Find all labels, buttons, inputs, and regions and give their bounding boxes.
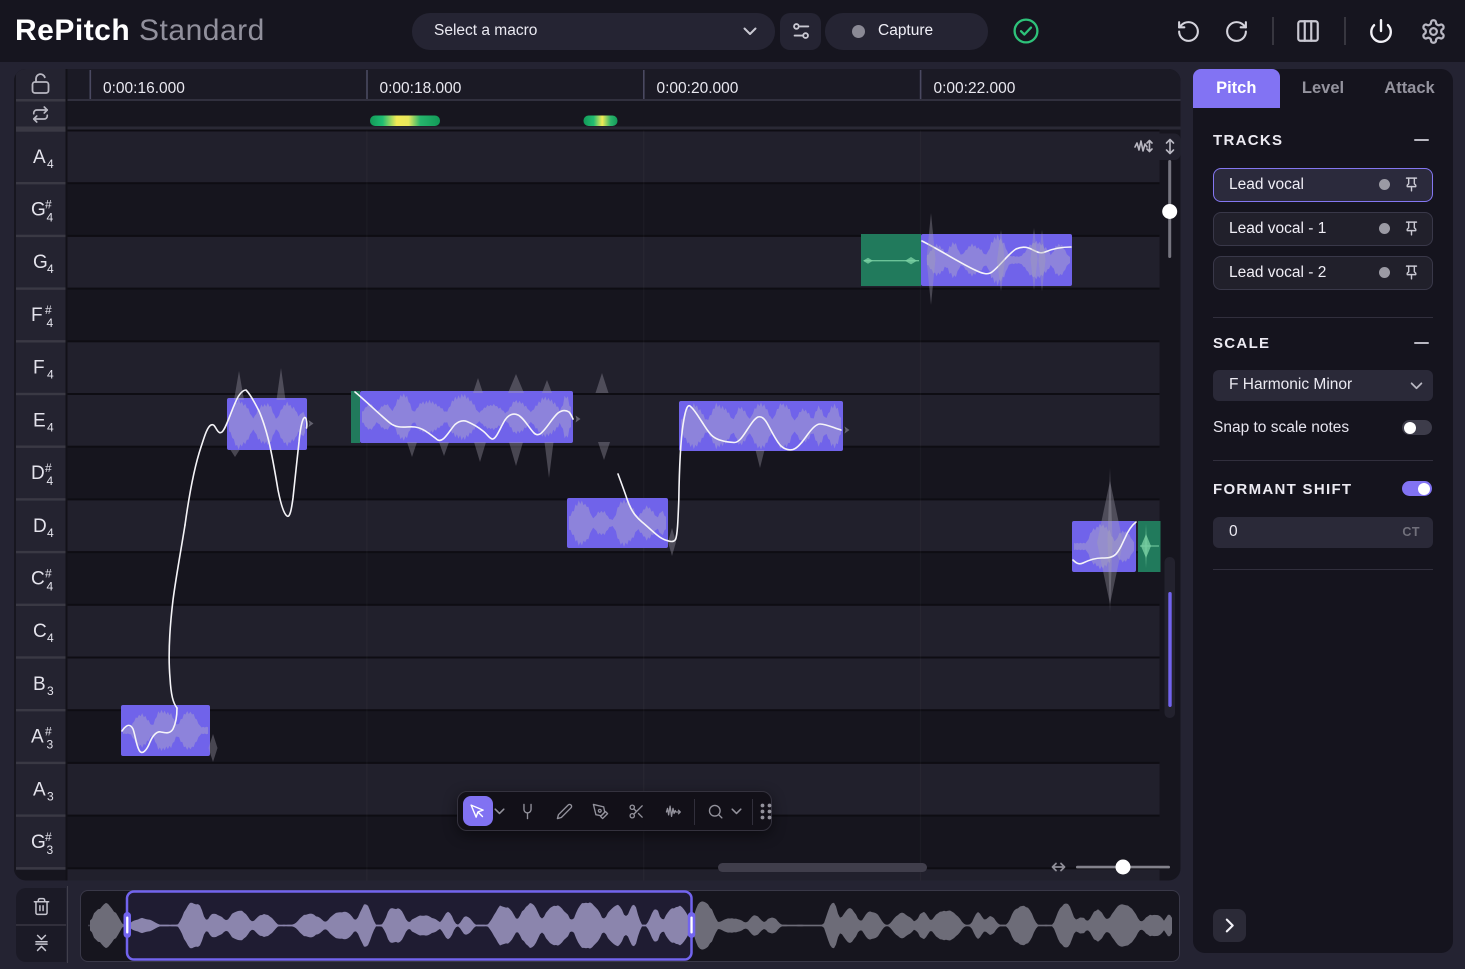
svg-text:#: # xyxy=(45,830,52,844)
svg-text:3: 3 xyxy=(47,789,54,803)
svg-text:C: C xyxy=(31,569,45,590)
svg-text:F: F xyxy=(31,305,43,326)
svg-text:3: 3 xyxy=(47,843,54,857)
svg-text:D: D xyxy=(33,516,47,537)
svg-text:4: 4 xyxy=(47,316,54,330)
svg-text:B: B xyxy=(33,674,46,695)
svg-text:4: 4 xyxy=(47,580,54,594)
svg-text:A: A xyxy=(33,779,46,800)
svg-text:0:00:22.000: 0:00:22.000 xyxy=(934,80,1016,97)
svg-text:0:00:16.000: 0:00:16.000 xyxy=(103,80,185,97)
svg-text:D: D xyxy=(31,463,45,484)
svg-text:G: G xyxy=(31,200,46,221)
svg-text:A: A xyxy=(31,727,44,748)
svg-text:4: 4 xyxy=(47,368,54,382)
svg-text:4: 4 xyxy=(47,211,54,225)
svg-text:4: 4 xyxy=(47,157,54,171)
svg-text:#: # xyxy=(45,198,52,212)
svg-text:#: # xyxy=(45,725,52,739)
svg-text:#: # xyxy=(45,461,52,475)
svg-text:4: 4 xyxy=(47,631,54,645)
svg-text:4: 4 xyxy=(47,262,54,276)
svg-text:3: 3 xyxy=(47,684,54,698)
svg-text:G: G xyxy=(31,832,46,853)
svg-text:3: 3 xyxy=(47,738,54,752)
svg-text:#: # xyxy=(45,567,52,581)
svg-text:C: C xyxy=(33,621,47,642)
svg-text:F: F xyxy=(33,358,45,379)
svg-text:G: G xyxy=(33,252,48,273)
svg-text:0:00:20.000: 0:00:20.000 xyxy=(657,80,739,97)
svg-text:4: 4 xyxy=(47,526,54,540)
svg-text:4: 4 xyxy=(47,474,54,488)
svg-text:#: # xyxy=(45,303,52,317)
svg-text:4: 4 xyxy=(47,420,54,434)
svg-text:0:00:18.000: 0:00:18.000 xyxy=(380,80,462,97)
svg-text:E: E xyxy=(33,410,46,431)
svg-text:A: A xyxy=(33,147,46,168)
